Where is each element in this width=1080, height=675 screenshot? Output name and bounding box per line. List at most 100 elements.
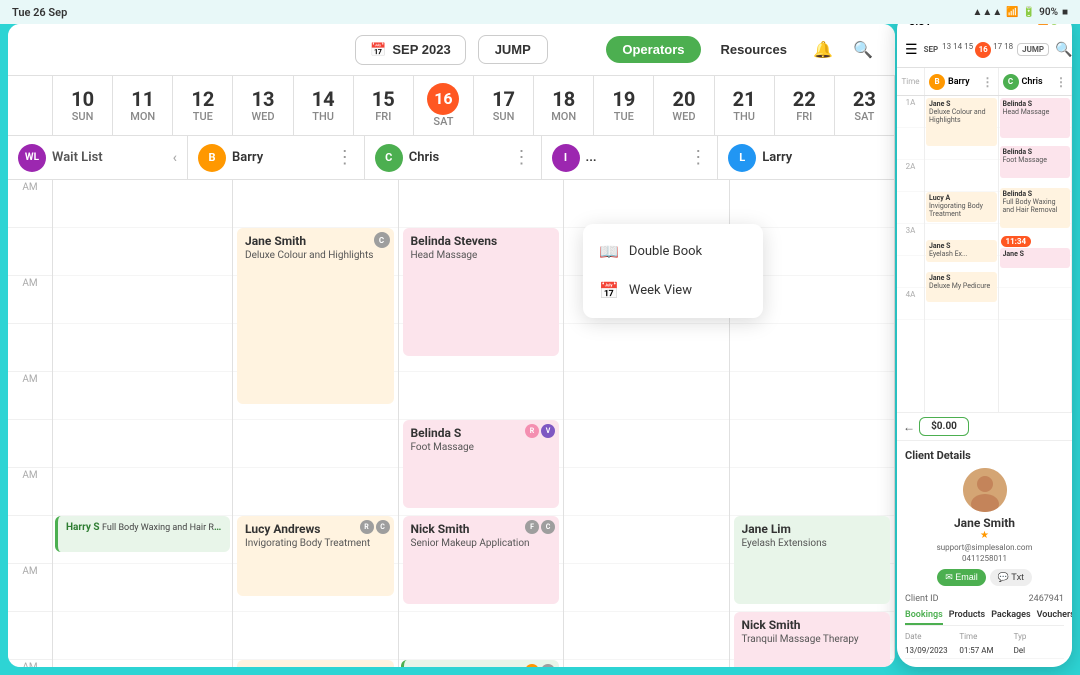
double-book-label: Double Book [629,244,702,259]
day-header-tue1[interactable]: 12TUE [173,76,233,135]
phone-appt-jane-s[interactable]: Jane S [1000,248,1071,268]
barry-menu[interactable]: ⋮ [336,147,354,168]
date-nav-button[interactable]: 📅 SEP 2023 [355,35,466,65]
payment-input-box[interactable]: $0.00 [919,417,969,436]
phone-time-header: Time [897,68,925,95]
barry-name: Barry [232,150,330,165]
phone-barry-col: Jane S Deluxe Colour and Highlights Lucy… [925,96,999,412]
day-header-fri1[interactable]: 15FRI [354,76,414,135]
payment-area: ← $0.00 [897,412,1072,440]
phone-jump-label[interactable]: JUMP [1017,43,1049,56]
badge-f: F [525,520,539,534]
phone-toolbar: ☰ SEP 131415 16 1718 JUMP 🔍 ⋮ [897,32,1072,68]
phone-time-col: 1A 2A 3A 4A [897,96,925,412]
client-star-icon: ★ [980,530,989,541]
phone-appt-belinda-head[interactable]: Belinda S Head Massage [1000,98,1071,138]
appt-barry-jane[interactable]: C Jane Smith Deluxe Colour and Highlight… [237,228,394,404]
week-view-icon: 📅 [599,281,619,300]
double-book-icon: 📖 [599,242,619,261]
phone-chris-col: Belinda S Head Massage Belinda S Foot Ma… [999,96,1073,412]
search-icon[interactable]: 🔍 [847,34,879,66]
operators-header: WL Wait List ‹ B Barry ⋮ C Chris ⋮ I ...… [8,136,895,180]
day-header-fri2[interactable]: 22FRI [775,76,835,135]
phone-chris-menu[interactable]: ⋮ [1055,75,1067,89]
appt-chris-nick[interactable]: F C Nick Smith Senior Makeup Application [403,516,560,604]
day-header-mon1[interactable]: 11MON [113,76,173,135]
phone-appt-lucy-body[interactable]: Lucy A Invigorating Body Treatment [926,192,997,222]
appt-chris-belinda-foot[interactable]: R V Belinda S Foot Massage [403,420,560,508]
back-arrow-icon[interactable]: ← [903,420,915,434]
context-menu: 📖 Double Book 📅 Week View [583,224,763,318]
context-double-book[interactable]: 📖 Double Book [583,232,763,271]
phone-container: 3:31 📶🔋 ☰ SEP 131415 16 1718 JUMP 🔍 ⋮ Ti… [897,10,1072,667]
chris-avatar: C [375,144,403,172]
day-header-sun1[interactable]: 10SUN [53,76,113,135]
phone-op-cols: Jane S Deluxe Colour and Highlights Lucy… [925,96,1072,412]
day-header-mon2[interactable]: 18MON [534,76,594,135]
week-header: 10SUN 11MON 12TUE 13WED 14THU 15FRI 16SA… [8,76,895,136]
signal-icon: ▲▲▲ [973,7,1003,18]
day-header-sat-today[interactable]: 16SAT [414,76,474,135]
day-header-wed1[interactable]: 13WED [233,76,293,135]
phone-schedule: 1A 2A 3A 4A Jane S Deluxe Colour and Hig… [897,96,1072,412]
status-bar: Tue 26 Sep ▲▲▲ 📶 🔋 90% ■ [0,0,1080,24]
email-button[interactable]: ✉ Email [937,569,986,586]
badge-c2: C [376,520,390,534]
phone-op-headers: Time B Barry ⋮ C Chris ⋮ [897,68,1072,96]
appt-larry-nick-tranquil[interactable]: Nick Smith Tranquil Massage Therapy [734,612,891,667]
waitlist-chevron[interactable]: ‹ [173,150,177,166]
jump-button[interactable]: JUMP [478,35,548,64]
phone-chris-header: C Chris ⋮ [999,68,1073,95]
appt-barry-jane-eyelash[interactable]: Jane Smith Eyelash Extensions [237,660,394,667]
barry-schedule-col: C Jane Smith Deluxe Colour and Highlight… [233,180,399,667]
badge-c: C [374,232,390,248]
day-header-sat2[interactable]: 23SAT [835,76,895,135]
appt-chris-lucy-facial[interactable]: A C Lucy Andrews Rejuvenating Facial Tre… [401,660,560,667]
phone-appt-belinda-fullbody[interactable]: Belinda S Full Body Waxing and Hair Remo… [1000,188,1071,228]
appt-chris-belinda[interactable]: Belinda Stevens Head Massage [403,228,560,356]
sms-button[interactable]: 💬 Txt [990,569,1032,586]
phone-search-button[interactable]: 🔍 [1055,41,1072,58]
notifications-icon[interactable]: 🔔 [807,34,839,66]
phone-appt-belinda-foot[interactable]: Belinda S Foot Massage [1000,146,1071,178]
phone-appt-jane-mani[interactable]: Jane S Deluxe My Pedicure [926,272,997,302]
phone-barry-menu[interactable]: ⋮ [982,75,994,89]
waitlist-schedule-col: Harry S Full Body Waxing and Hair Rem... [53,180,233,667]
appt-barry-lucy[interactable]: R C Lucy Andrews Invigorating Body Treat… [237,516,394,596]
booking-row-1[interactable]: 13/09/2023 01:57 AM Del [905,643,1064,659]
tab-products[interactable]: Products [949,610,985,625]
op4-avatar: I [552,144,580,172]
resources-button[interactable]: Resources [709,36,799,63]
client-email: support@simplesalon.com [937,543,1033,552]
operator-4-header: I ... ⋮ [542,136,719,179]
tablet-container: 📅 SEP 2023 JUMP Operators Resources 🔔 🔍 … [8,24,895,667]
wifi-icon: 📶 [1006,7,1018,18]
tab-bookings[interactable]: Bookings [905,610,943,625]
appt-harry-waitlist[interactable]: Harry S Full Body Waxing and Hair Rem... [55,516,230,552]
day-header-wed2[interactable]: 20WED [654,76,714,135]
calendar-icon: 📅 [370,42,386,58]
client-phone: 0411258011 [962,554,1007,563]
chris-menu[interactable]: ⋮ [513,147,531,168]
client-details-title: Client Details [905,449,1064,462]
appt-larry-jane-lim[interactable]: Jane Lim Eyelash Extensions [734,516,891,604]
op4-menu[interactable]: ⋮ [689,147,707,168]
schedule-columns: Harry S Full Body Waxing and Hair Rem...… [53,180,895,667]
badge-a: A [525,664,539,667]
day-header-sun2[interactable]: 17SUN [474,76,534,135]
operators-button[interactable]: Operators [606,36,700,63]
phone-appt-jane-eyelash[interactable]: Jane S Eyelash Ex... [926,240,997,262]
day-header-thu1[interactable]: 14THU [294,76,354,135]
chris-name: Chris [409,150,507,165]
phone-appt-jane-colour[interactable]: Jane S Deluxe Colour and Highlights [926,98,997,146]
phone-menu-button[interactable]: ☰ [905,41,918,58]
day-header-thu2[interactable]: 21THU [715,76,775,135]
waitlist-avatar: WL [18,144,46,172]
tab-packages[interactable]: Packages [991,610,1030,625]
day-header-tue2[interactable]: 19TUE [594,76,654,135]
context-week-view[interactable]: 📅 Week View [583,271,763,310]
tab-vouchers[interactable]: Vouchers [1037,610,1072,625]
badge-c3: C [541,520,555,534]
week-view-label: Week View [629,283,692,298]
phone-chris-avatar: C [1003,74,1019,90]
